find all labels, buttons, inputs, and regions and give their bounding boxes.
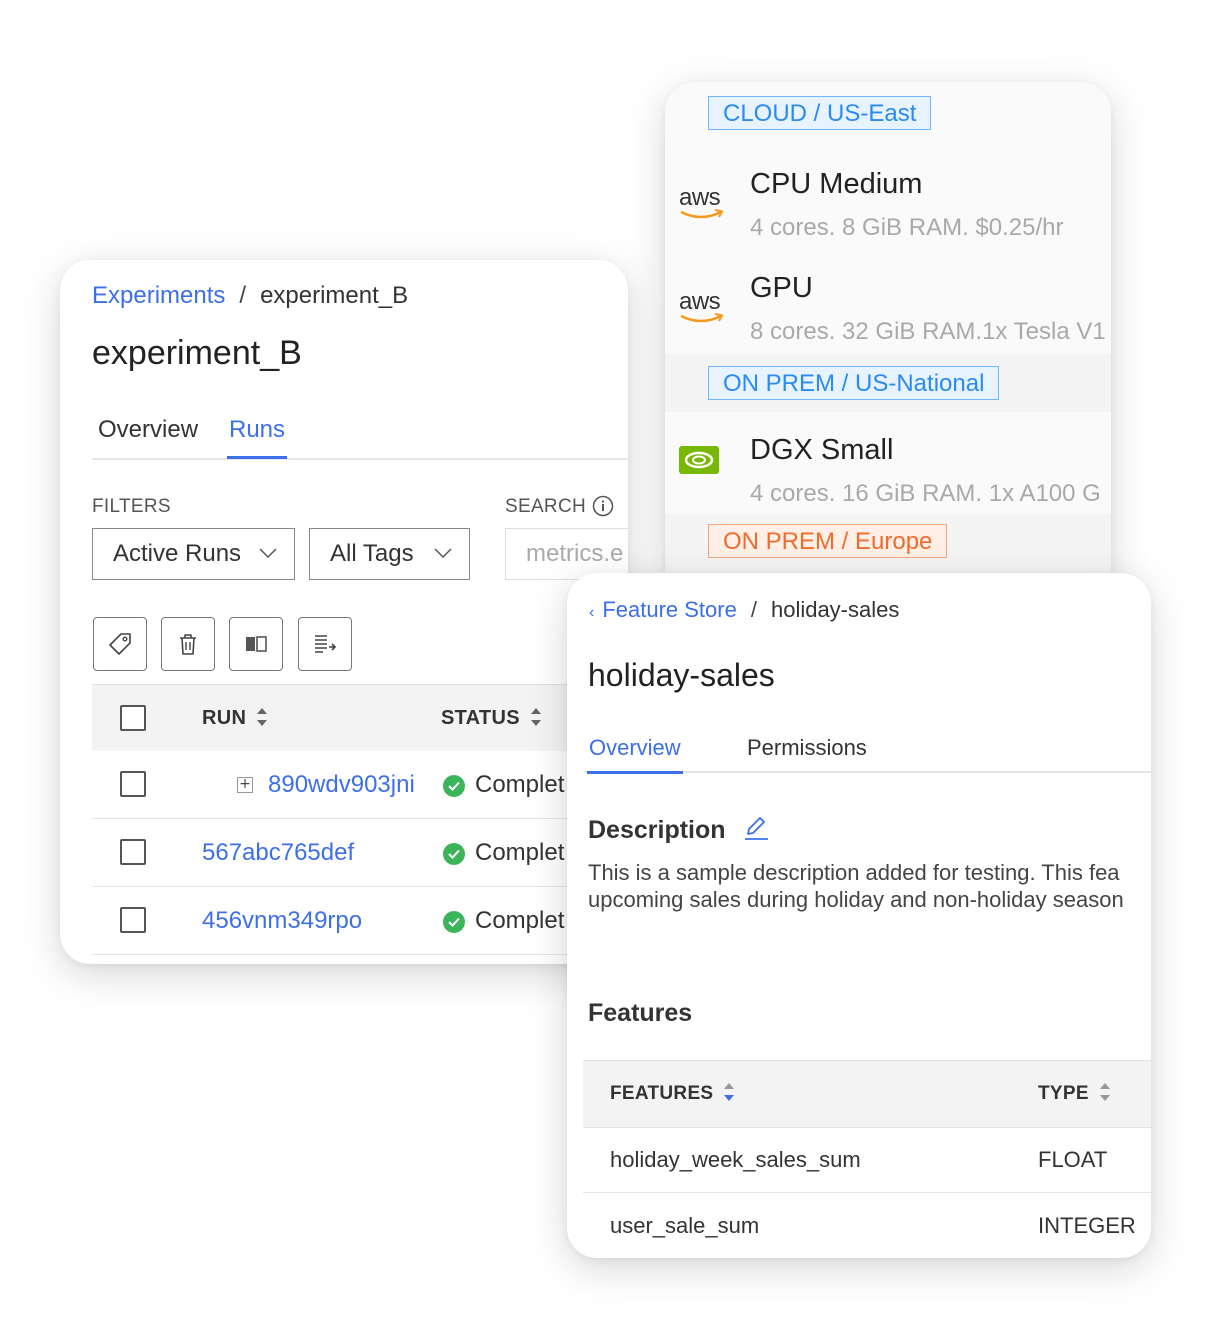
info-icon[interactable] <box>592 495 614 517</box>
column-header-status[interactable]: STATUS <box>441 707 542 730</box>
run-status: Complet <box>475 771 565 798</box>
column-header-features-label: FEATURES <box>610 1083 714 1105</box>
columns-button[interactable] <box>229 617 283 671</box>
tab-runs[interactable]: Runs <box>227 416 288 459</box>
breadcrumb-current: experiment_B <box>260 282 409 309</box>
region-badge: ON PREM / US-National <box>708 366 1000 400</box>
breadcrumb-current: holiday-sales <box>770 597 900 622</box>
tab-permissions[interactable]: Permissions <box>745 735 869 773</box>
tab-bar: Overview Runs <box>92 410 628 460</box>
description-line: upcoming sales during holiday and non-ho… <box>588 887 1124 912</box>
breadcrumb-separator: / <box>239 282 247 309</box>
machine-option[interactable]: aws GPU 8 cores. 32 GiB RAM.1x Tesla V1 <box>665 250 1111 354</box>
aws-logo-icon: aws <box>679 184 729 226</box>
tab-overview[interactable]: Overview <box>96 416 200 456</box>
description-text: This is a sample description added for t… <box>588 859 1151 913</box>
feature-set-card: ‹ Feature Store / holiday-sales holiday-sal… <box>567 573 1151 1258</box>
machine-spec: 8 cores. 32 GiB RAM.1x Tesla V1 <box>750 318 1106 345</box>
column-header-run[interactable]: RUN <box>202 707 268 730</box>
back-chevron-icon[interactable]: ‹ <box>589 604 594 621</box>
experiment-card: Experiments / experiment_B experiment_B Ov… <box>60 260 628 964</box>
nvidia-logo-icon <box>679 446 729 486</box>
features-table-header: FEATURES TYPE <box>583 1060 1151 1128</box>
feature-name: user_sale_sum <box>610 1213 760 1238</box>
select-all-checkbox[interactable] <box>120 705 146 731</box>
sort-icon <box>257 707 268 726</box>
region-badge: ON PREM / Europe <box>708 524 948 558</box>
tab-bar: Overview Permissions <box>584 729 1151 774</box>
run-id-link[interactable]: 567abc765def <box>202 839 354 867</box>
row-checkbox[interactable] <box>120 771 146 797</box>
machine-option[interactable]: DGX Small 4 cores. 16 GiB RAM. 1x A100 G <box>665 412 1111 514</box>
sort-icon <box>724 1083 735 1101</box>
chevron-down-icon <box>259 548 277 559</box>
run-id-link[interactable]: 890wdv903jni <box>268 771 415 799</box>
row-checkbox[interactable] <box>120 907 146 933</box>
active-runs-dropdown[interactable]: Active Runs <box>92 528 295 580</box>
delete-button[interactable] <box>161 617 215 671</box>
active-runs-dropdown-label: Active Runs <box>113 540 242 567</box>
machine-spec: 4 cores. 8 GiB RAM. $0.25/hr <box>750 214 1064 241</box>
table-row[interactable]: 456vnm349rpo Complet <box>92 887 628 955</box>
compute-selector-card: CLOUD / US-East aws CPU Medium 4 cores. … <box>665 82 1111 602</box>
check-circle-icon <box>443 911 465 933</box>
tag-icon <box>109 633 131 655</box>
description-heading-label: Description <box>588 816 726 844</box>
check-circle-icon <box>443 775 465 797</box>
machine-name: CPU Medium <box>750 168 923 200</box>
run-status: Complet <box>475 839 565 866</box>
table-row[interactable]: user_sale_sum INTEGER <box>583 1193 1151 1258</box>
breadcrumb: Experiments / experiment_B <box>92 282 408 310</box>
sort-lines-button[interactable] <box>298 617 352 671</box>
sort-icon <box>530 707 541 726</box>
region-header: CLOUD / US-East <box>665 82 1111 146</box>
column-header-features[interactable]: FEATURES <box>610 1083 735 1105</box>
description-line: This is a sample description added for t… <box>588 860 1120 885</box>
table-row[interactable]: holiday_week_sales_sum FLOAT <box>583 1127 1151 1193</box>
feature-name: holiday_week_sales_sum <box>610 1147 861 1172</box>
chevron-down-icon <box>434 548 452 559</box>
region-header: ON PREM / US-National <box>665 354 1111 412</box>
breadcrumb-experiments-link[interactable]: Experiments <box>92 282 225 309</box>
table-row[interactable]: 567abc765def Complet <box>92 819 628 887</box>
page-title: experiment_B <box>92 334 302 372</box>
edit-pencil-icon[interactable] <box>742 814 770 842</box>
machine-option[interactable]: aws CPU Medium 4 cores. 8 GiB RAM. $0.25… <box>665 146 1111 250</box>
sort-icon <box>1099 1083 1110 1101</box>
region-badge: CLOUD / US-East <box>708 96 932 130</box>
columns-icon <box>246 636 267 652</box>
all-tags-dropdown-label: All Tags <box>330 540 414 567</box>
search-label: SEARCH <box>505 496 586 517</box>
aws-logo-icon: aws <box>679 288 729 330</box>
tag-button[interactable] <box>93 617 147 671</box>
check-circle-icon <box>443 843 465 865</box>
tab-overview[interactable]: Overview <box>587 735 683 774</box>
machine-name: DGX Small <box>750 434 894 466</box>
runs-table-header: RUN STATUS <box>92 684 628 752</box>
machine-name: GPU <box>750 272 813 304</box>
features-heading: Features <box>588 999 693 1027</box>
table-row[interactable]: + 890wdv903jni Complet <box>92 751 628 819</box>
trash-icon <box>180 634 196 655</box>
description-heading: Description <box>588 816 770 845</box>
run-id-link[interactable]: 456vnm349rpo <box>202 907 362 935</box>
column-header-type-label: TYPE <box>1038 1083 1089 1105</box>
sort-lines-icon <box>315 635 337 653</box>
machine-spec: 4 cores. 16 GiB RAM. 1x A100 G <box>750 480 1101 507</box>
column-header-type[interactable]: TYPE <box>1038 1083 1111 1105</box>
feature-type: INTEGER <box>1038 1213 1136 1238</box>
all-tags-dropdown[interactable]: All Tags <box>309 528 470 580</box>
row-checkbox[interactable] <box>120 839 146 865</box>
column-header-run-label: RUN <box>202 707 247 729</box>
breadcrumb-feature-store-link[interactable]: Feature Store <box>602 597 737 622</box>
run-status: Complet <box>475 907 565 934</box>
search-input-placeholder: metrics.e <box>526 540 624 567</box>
filters-label: FILTERS <box>92 496 171 517</box>
column-header-status-label: STATUS <box>441 707 520 729</box>
breadcrumb: ‹ Feature Store / holiday-sales <box>589 597 899 623</box>
feature-type: FLOAT <box>1038 1147 1108 1172</box>
expand-row-button[interactable]: + <box>237 777 253 793</box>
page-title: holiday-sales <box>588 657 775 693</box>
breadcrumb-separator: / <box>750 597 757 622</box>
